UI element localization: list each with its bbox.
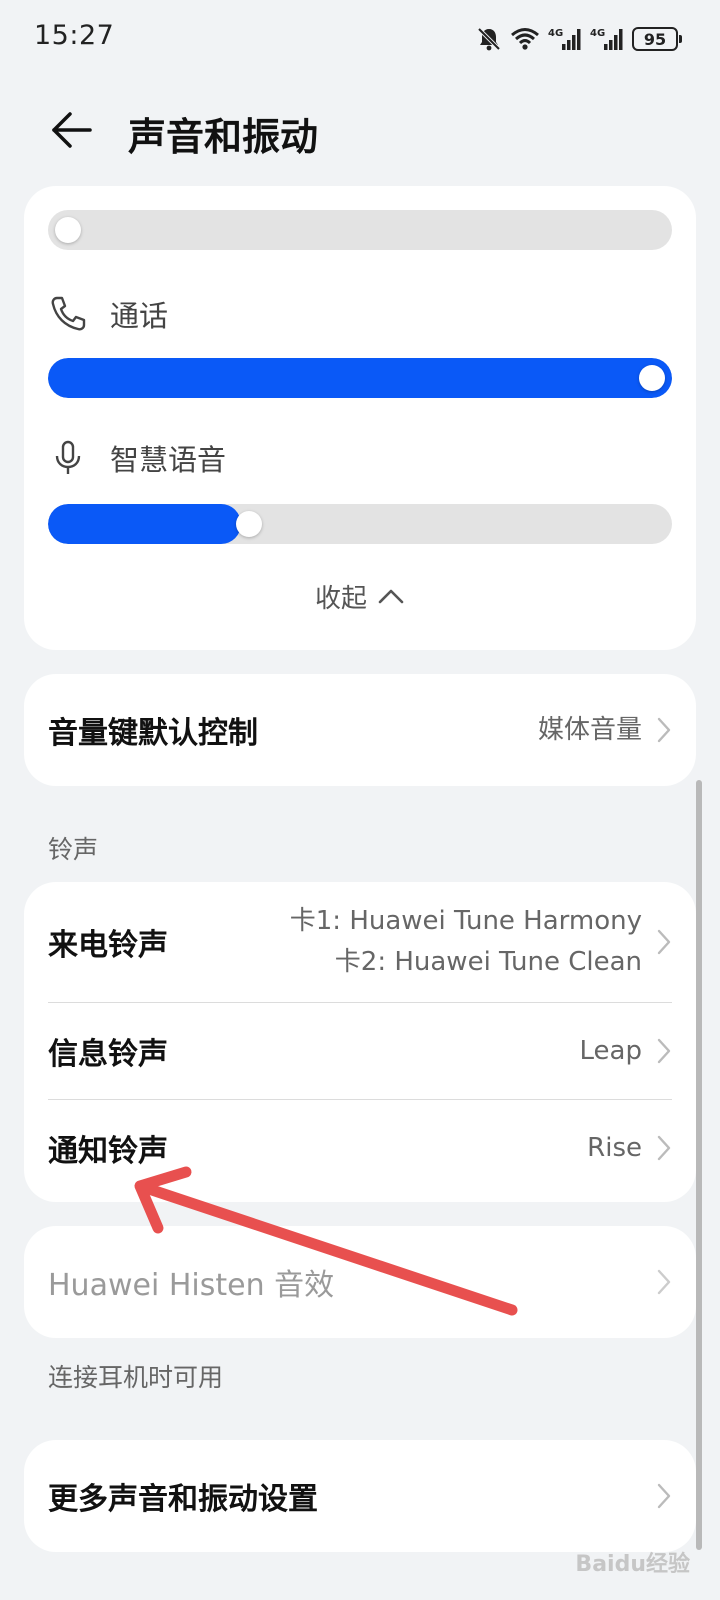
battery-level: 95 (643, 29, 667, 49)
more-settings-title: 更多声音和振动设置 (48, 1482, 318, 1517)
battery-icon: 95 (632, 27, 682, 51)
page-header: 声音和振动 (0, 90, 720, 170)
incoming-call-ringtone-title: 来电铃声 (48, 928, 168, 963)
call-volume-row: 通话 (48, 292, 168, 336)
svg-text:4G: 4G (590, 28, 605, 39)
collapse-label: 收起 (314, 583, 367, 614)
assistant-volume-row: 智慧语音 (48, 436, 226, 480)
slider-knob[interactable] (55, 217, 81, 243)
notification-ringtone-value: Rise (587, 1132, 642, 1163)
status-bar: 15:27 4G 4G 95 (0, 0, 720, 78)
histen-note: 连接耳机时可用 (48, 1363, 224, 1392)
message-ringtone-value: Leap (579, 1035, 642, 1066)
chevron-right-icon (657, 1135, 671, 1161)
chevron-right-icon (657, 929, 671, 955)
slider-fill (48, 504, 242, 544)
scrollbar[interactable] (696, 780, 702, 1550)
histen-row: Huawei Histen 音效 (48, 1226, 672, 1338)
volume-card: 通话 智慧语音 收起 (24, 186, 696, 650)
bell-muted-icon (477, 27, 501, 51)
incoming-call-ringtone-row[interactable]: 来电铃声 卡1: Huawei Tune Harmony 卡2: Huawei … (48, 882, 672, 1002)
signal-4g-sim2-icon: 4G (590, 28, 623, 50)
back-arrow-icon (52, 112, 92, 148)
call-volume-slider[interactable] (48, 358, 672, 398)
slider-knob[interactable] (639, 365, 665, 391)
page-title: 声音和振动 (128, 115, 319, 159)
chevron-right-icon (657, 717, 671, 743)
wifi-icon (511, 28, 539, 50)
ringtones-card: 来电铃声 卡1: Huawei Tune Harmony 卡2: Huawei … (24, 882, 696, 1202)
volume-key-row[interactable]: 音量键默认控制 媒体音量 (48, 674, 672, 786)
status-time: 15:27 (34, 20, 115, 51)
chevron-right-icon (657, 1483, 671, 1509)
assistant-volume-label: 智慧语音 (110, 443, 227, 477)
chevron-up-icon (378, 589, 404, 604)
sim1-ringtone: 卡1: Huawei Tune Harmony (289, 906, 642, 936)
watermark: Baidu经验 (575, 1552, 690, 1577)
more-settings-row[interactable]: 更多声音和振动设置 (48, 1440, 672, 1552)
chevron-right-icon (657, 1038, 671, 1064)
histen-title: Huawei Histen 音效 (48, 1268, 335, 1303)
volume-key-title: 音量键默认控制 (48, 716, 258, 751)
more-settings-card[interactable]: 更多声音和振动设置 (24, 1440, 696, 1552)
slider-fill (48, 358, 672, 398)
ringtones-section-label: 铃声 (48, 835, 99, 864)
message-ringtone-row[interactable]: 信息铃声 Leap (48, 1003, 672, 1099)
notification-ringtone-title: 通知铃声 (48, 1134, 168, 1169)
phone-icon (51, 296, 86, 331)
top-volume-slider[interactable] (48, 210, 672, 250)
back-button[interactable] (48, 108, 96, 152)
volume-key-card[interactable]: 音量键默认控制 媒体音量 (24, 674, 696, 786)
slider-knob[interactable] (236, 511, 263, 537)
status-icons: 4G 4G 95 (476, 22, 682, 56)
volume-key-value: 媒体音量 (537, 714, 642, 745)
notification-ringtone-row[interactable]: 通知铃声 Rise (48, 1100, 672, 1196)
chevron-right-icon (657, 1269, 671, 1295)
sim2-ringtone: 卡2: Huawei Tune Clean (334, 947, 642, 977)
incoming-call-ringtone-value: 卡1: Huawei Tune Harmony 卡2: Huawei Tune … (290, 901, 642, 983)
signal-4g-sim1-icon: 4G (548, 28, 581, 50)
message-ringtone-title: 信息铃声 (48, 1037, 168, 1072)
microphone-icon (55, 440, 81, 474)
histen-card: Huawei Histen 音效 (24, 1226, 696, 1338)
assistant-volume-slider[interactable] (48, 504, 672, 544)
svg-text:4G: 4G (548, 28, 563, 39)
collapse-button[interactable]: 收起 (24, 576, 696, 616)
call-volume-label: 通话 (110, 299, 169, 333)
